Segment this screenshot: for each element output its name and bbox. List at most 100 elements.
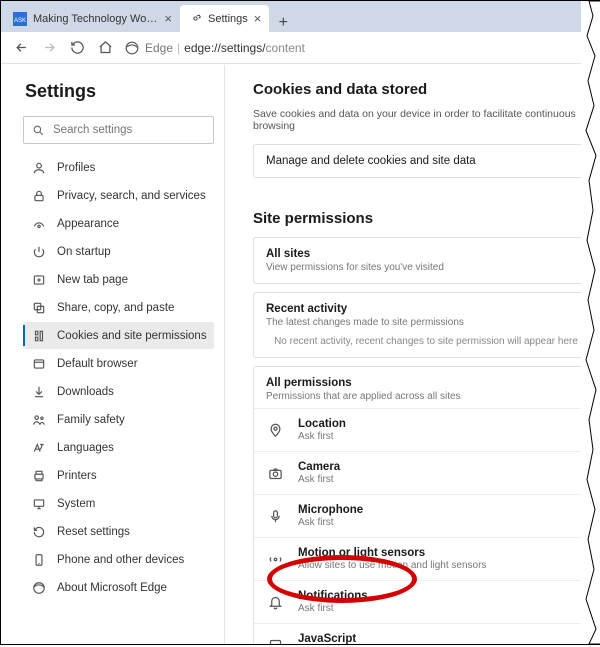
sidebar-item-label: Share, copy, and paste: [57, 302, 174, 314]
search-input[interactable]: [51, 123, 205, 137]
sidebar-item-printers[interactable]: Printers: [23, 462, 214, 489]
all-sites-row[interactable]: All sites View permissions for sites you…: [253, 237, 599, 284]
toolbar: Edge | edge://settings/content: [1, 32, 599, 64]
family-icon: [31, 412, 47, 428]
tab-settings[interactable]: Settings ×: [180, 5, 269, 32]
sidebar-item-phone[interactable]: Phone and other devices: [23, 546, 214, 573]
bell-icon: [266, 593, 284, 611]
perm-javascript[interactable]: JavaScript Allowed: [254, 623, 598, 644]
cookies-heading: Cookies and data stored: [253, 81, 599, 98]
sidebar-item-appearance[interactable]: Appearance: [23, 210, 214, 237]
manage-cookies-row[interactable]: Manage and delete cookies and site data: [253, 144, 599, 178]
close-icon[interactable]: ×: [164, 11, 172, 26]
perm-motion[interactable]: Motion or light sensors Allow sites to u…: [254, 537, 598, 580]
sidebar-item-family[interactable]: Family safety: [23, 406, 214, 433]
sidebar-item-label: Downloads: [57, 386, 114, 398]
home-button[interactable]: [91, 34, 119, 62]
sidebar-item-default-browser[interactable]: Default browser: [23, 350, 214, 377]
card-title: All permissions: [266, 377, 586, 389]
close-icon[interactable]: ×: [254, 11, 262, 26]
appearance-icon: [31, 216, 47, 232]
sidebar-item-profiles[interactable]: Profiles: [23, 154, 214, 181]
tab-strip: ASK Making Technology Work For E × Setti…: [1, 1, 599, 32]
sidebar-item-label: Privacy, search, and services: [57, 190, 206, 202]
forward-button[interactable]: [35, 34, 63, 62]
phone-icon: [31, 552, 47, 568]
share-icon: [31, 300, 47, 316]
refresh-button[interactable]: [63, 34, 91, 62]
sidebar-item-cookies[interactable]: Cookies and site permissions: [23, 322, 214, 349]
sidebar-item-label: Cookies and site permissions: [57, 330, 207, 342]
perm-desc: Ask first: [298, 517, 363, 528]
addr-rest: content: [266, 41, 305, 55]
camera-icon: [266, 464, 284, 482]
lock-icon: [31, 188, 47, 204]
recent-empty-note: No recent activity, recent changes to si…: [266, 328, 586, 347]
perm-notifications[interactable]: Notifications Ask first: [254, 580, 598, 623]
sidebar-item-label: Appearance: [57, 218, 119, 230]
recent-activity-card: Recent activity The latest changes made …: [253, 292, 599, 358]
addr-proto: Edge: [145, 41, 173, 55]
tab-making-technology[interactable]: ASK Making Technology Work For E ×: [5, 5, 180, 32]
language-icon: [31, 440, 47, 456]
permissions-icon: [31, 328, 47, 344]
sidebar-item-label: System: [57, 498, 95, 510]
sidebar-item-label: Reset settings: [57, 526, 130, 538]
perm-desc: Ask first: [298, 474, 340, 485]
perm-camera[interactable]: Camera Ask first: [254, 451, 598, 494]
perm-location[interactable]: Location Ask first: [254, 408, 598, 451]
all-permissions-card: All permissions Permissions that are app…: [253, 366, 599, 644]
sidebar-item-label: Languages: [57, 442, 114, 454]
power-icon: [31, 244, 47, 260]
cookies-subtext: Save cookies and data on your device in …: [253, 108, 599, 132]
sidebar-item-about[interactable]: About Microsoft Edge: [23, 574, 214, 601]
perm-microphone[interactable]: Microphone Ask first: [254, 494, 598, 537]
sidebar-item-label: Default browser: [57, 358, 138, 370]
sidebar-item-share[interactable]: Share, copy, and paste: [23, 294, 214, 321]
card-desc: The latest changes made to site permissi…: [266, 317, 586, 328]
main-panel: Cookies and data stored Save cookies and…: [225, 65, 599, 644]
perm-title: JavaScript: [298, 633, 356, 644]
sidebar-item-system[interactable]: System: [23, 490, 214, 517]
sidebar-item-newtab[interactable]: New tab page: [23, 266, 214, 293]
sidebar-item-privacy[interactable]: Privacy, search, and services: [23, 182, 214, 209]
profile-icon: [31, 160, 47, 176]
tab-label: Settings: [208, 13, 248, 25]
sidebar-item-reset[interactable]: Reset settings: [23, 518, 214, 545]
sidebar-item-label: Phone and other devices: [57, 554, 184, 566]
perm-desc: Ask first: [298, 603, 368, 614]
search-settings[interactable]: [23, 116, 214, 144]
download-icon: [31, 384, 47, 400]
sidebar-item-startup[interactable]: On startup: [23, 238, 214, 265]
sidebar: Settings Profiles Privacy, search, and s…: [1, 65, 225, 644]
browser-icon: [31, 356, 47, 372]
site-perms-heading: Site permissions: [253, 210, 599, 227]
sidebar-item-label: Family safety: [57, 414, 125, 426]
reset-icon: [31, 524, 47, 540]
settings-title: Settings: [25, 81, 214, 102]
sidebar-item-label: Printers: [57, 470, 97, 482]
motion-icon: [266, 550, 284, 568]
svg-text:ASK: ASK: [14, 18, 26, 24]
javascript-icon: [266, 636, 284, 644]
sidebar-item-label: New tab page: [57, 274, 128, 286]
microphone-icon: [266, 507, 284, 525]
card-desc: View permissions for sites you've visite…: [266, 262, 586, 273]
perm-title: Location: [298, 418, 346, 430]
sidebar-item-downloads[interactable]: Downloads: [23, 378, 214, 405]
location-icon: [266, 421, 284, 439]
sidebar-item-languages[interactable]: Languages: [23, 434, 214, 461]
card-title: All sites: [266, 248, 586, 260]
addr-base: edge://settings/: [184, 41, 265, 55]
sidebar-item-label: On startup: [57, 246, 111, 258]
back-button[interactable]: [7, 34, 35, 62]
sidebar-item-label: Profiles: [57, 162, 95, 174]
perm-title: Motion or light sensors: [298, 547, 486, 559]
printer-icon: [31, 468, 47, 484]
favicon-askleo-icon: ASK: [13, 12, 27, 26]
new-tab-button[interactable]: +: [269, 14, 297, 32]
perm-title: Microphone: [298, 504, 363, 516]
perm-desc: Allow sites to use motion and light sens…: [298, 560, 486, 571]
address-bar[interactable]: Edge | edge://settings/content: [125, 36, 593, 60]
torn-edge-decoration: [581, 1, 600, 644]
